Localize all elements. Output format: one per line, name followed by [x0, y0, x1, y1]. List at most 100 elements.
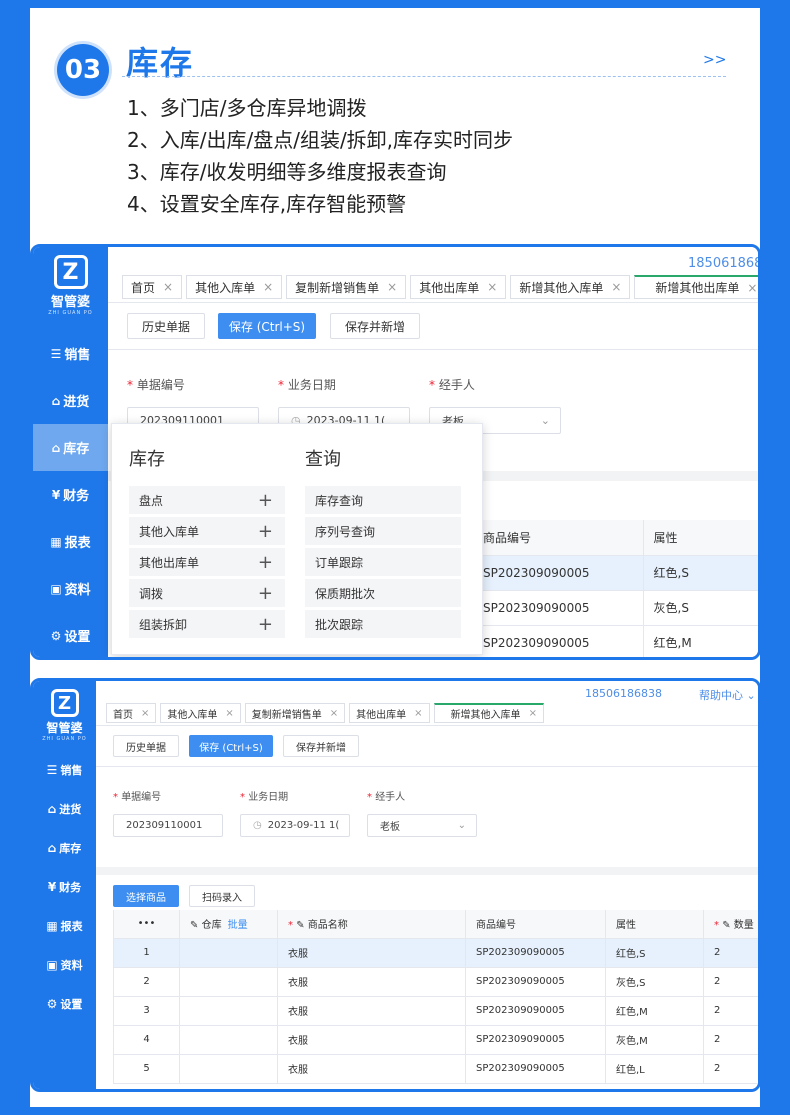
table-row[interactable]: 2 衣服 SP202309090005 灰色,S 2 [113, 967, 758, 997]
close-icon[interactable]: × [387, 280, 397, 294]
warehouse-cell[interactable] [179, 1025, 278, 1055]
tab-other-inbound[interactable]: 其他入库单 × [186, 275, 283, 299]
close-icon[interactable]: × [414, 708, 422, 719]
more-link[interactable]: >> [703, 52, 726, 68]
frame-right [760, 0, 790, 1115]
save-button[interactable]: 保存 (Ctrl+S) [189, 735, 273, 757]
warehouse-cell[interactable] [179, 938, 278, 968]
tab-label: 复制新增销售单 [295, 280, 380, 295]
scan-entry-button[interactable]: 扫码录入 [189, 885, 255, 907]
sidebar: Z 智管婆 ZHI GUAN PO ☰ 销售 ⌂ 进货 ⌂ 库存 ¥ 财务 ▦ 报表 ▣ 资… [33, 247, 108, 657]
menu-item-other-inbound[interactable]: 其他入库单 + [129, 517, 285, 545]
tab-home[interactable]: 首页 × [122, 275, 183, 299]
chevron-down-icon: ⌄ [540, 414, 550, 427]
menu-item-order-tracking[interactable]: 订单跟踪 [305, 548, 461, 576]
popup-query-title: 查询 [305, 449, 341, 470]
batch-link[interactable]: 批量 [228, 920, 248, 931]
history-button[interactable]: 历史单据 [127, 313, 205, 339]
date-field[interactable]: ◷ 2023-09-11 1( [240, 814, 350, 837]
table-row[interactable]: SP202309090005 红色,S [473, 555, 758, 591]
tab-copy-sales[interactable]: 复制新增销售单 × [286, 275, 407, 299]
sidebar-item-purchase[interactable]: ⌂ 进货 [33, 377, 108, 424]
sidebar-item-data[interactable]: ▣ 资料 [33, 565, 108, 612]
sidebar-item-label: 设置 [60, 997, 83, 1011]
plus-icon[interactable]: + [258, 614, 273, 635]
sidebar-item-purchase[interactable]: ⌂ 进货 [33, 789, 96, 828]
sidebar: Z 智管婆 ZHI GUAN PO ☰ 销售 ⌂ 进货 ⌂ 库存 ¥ 财务 ▦ 报表 ▣ 资… [33, 681, 96, 1089]
brand-name: 智管婆 [50, 295, 90, 310]
close-icon[interactable]: × [141, 708, 149, 719]
tab-new-other-inbound[interactable]: 新增其他入库单 × [433, 703, 544, 723]
sidebar-item-sales[interactable]: ☰ 销售 [33, 750, 96, 789]
close-icon[interactable]: × [330, 708, 338, 719]
account-phone[interactable]: 18506186838 [688, 256, 758, 271]
table-row[interactable]: 5 衣服 SP202309090005 红色,L 2 [113, 1054, 758, 1084]
handler-select[interactable]: 老板 ⌄ [367, 814, 477, 837]
plus-icon[interactable]: + [258, 521, 273, 542]
help-center-link[interactable]: 帮助中心 ⌄ [699, 687, 756, 703]
tab-other-outbound[interactable]: 其他出库单 × [349, 703, 430, 723]
brand-logo[interactable]: Z 智管婆 ZHI GUAN PO [33, 681, 96, 742]
brand-logo[interactable]: Z 智管婆 ZHI GUAN PO [33, 247, 108, 316]
table-row[interactable]: SP202309090005 红色,M [473, 625, 758, 657]
menu-item-other-outbound[interactable]: 其他出库单 + [129, 548, 285, 576]
menu-item-transfer[interactable]: 调拨 + [129, 579, 285, 607]
col-qty-header: * ✎ 数量 [703, 910, 758, 939]
doc-no-field[interactable]: 202309110001 [113, 814, 223, 837]
sidebar-item-reports[interactable]: ▦ 报表 [33, 518, 108, 565]
menu-item-serial-query[interactable]: 序列号查询 [305, 517, 461, 545]
table-row[interactable]: SP202309090005 灰色,S [473, 590, 758, 626]
history-button[interactable]: 历史单据 [113, 735, 179, 757]
sidebar-item-settings[interactable]: ⚙ 设置 [33, 612, 108, 657]
close-icon[interactable]: × [529, 708, 537, 719]
account-phone[interactable]: 18506186838 [585, 687, 662, 700]
close-icon[interactable]: × [263, 280, 273, 294]
select-goods-button[interactable]: 选择商品 [113, 885, 179, 907]
menu-item-assembly[interactable]: 组装拆卸 + [129, 610, 285, 638]
close-icon[interactable]: × [225, 708, 233, 719]
tab-new-other-inbound[interactable]: 新增其他入库单 × [510, 275, 631, 299]
logo-mark-icon: Z [50, 689, 79, 717]
close-icon[interactable]: × [163, 280, 173, 294]
table-row[interactable]: 4 衣服 SP202309090005 灰色,M 2 [113, 1025, 758, 1055]
tab-copy-sales[interactable]: 复制新增销售单 × [244, 703, 346, 723]
warehouse-cell[interactable] [179, 967, 278, 997]
menu-item-stocktake[interactable]: 盘点 + [129, 486, 285, 514]
close-icon[interactable]: × [611, 280, 621, 294]
tab-label: 首页 [113, 709, 133, 721]
plus-icon[interactable]: + [258, 490, 273, 511]
sidebar-item-finance[interactable]: ¥ 财务 [33, 867, 96, 906]
plus-icon[interactable]: + [258, 583, 273, 604]
sidebar-item-finance[interactable]: ¥ 财务 [33, 471, 108, 518]
sidebar-item-sales[interactable]: ☰ 销售 [33, 330, 108, 377]
title-divider [122, 76, 726, 77]
tab-other-inbound[interactable]: 其他入库单 × [160, 703, 241, 723]
frame-bottom [0, 1107, 790, 1115]
table-row[interactable]: 3 衣服 SP202309090005 红色,M 2 [113, 996, 758, 1026]
sidebar-item-inventory[interactable]: ⌂ 库存 [33, 828, 96, 867]
table-row[interactable]: 1 衣服 SP202309090005 红色,S 2 [113, 938, 758, 968]
save-and-new-button[interactable]: 保存并新增 [283, 735, 359, 757]
menu-item-stock-query[interactable]: 库存查询 [305, 486, 461, 514]
tab-new-other-outbound[interactable]: 新增其他出库单 × [634, 275, 758, 299]
more-columns-icon[interactable]: ••• [113, 910, 180, 939]
sidebar-item-settings[interactable]: ⚙ 设置 [33, 984, 96, 1023]
tab-label: 其他出库单 [419, 280, 480, 295]
tab-home[interactable]: 首页 × [106, 703, 157, 723]
sidebar-item-inventory[interactable]: ⌂ 库存 [33, 424, 108, 471]
sidebar-item-data[interactable]: ▣ 资料 [33, 945, 96, 984]
sidebar-item-label: 库存 [63, 442, 90, 457]
save-button[interactable]: 保存 (Ctrl+S) [218, 313, 316, 339]
warehouse-cell[interactable] [179, 996, 278, 1026]
close-icon[interactable]: × [487, 280, 497, 294]
menu-item-batch-tracking[interactable]: 批次跟踪 [305, 610, 461, 638]
warehouse-cell[interactable] [179, 1054, 278, 1084]
close-icon[interactable]: × [747, 281, 757, 295]
col-code-header: 商品编号 [473, 520, 644, 556]
sidebar-item-reports[interactable]: ▦ 报表 [33, 906, 96, 945]
sidebar-item-label: 销售 [64, 348, 91, 363]
plus-icon[interactable]: + [258, 552, 273, 573]
menu-item-shelf-life-batch[interactable]: 保质期批次 [305, 579, 461, 607]
tab-other-outbound[interactable]: 其他出库单 × [410, 275, 507, 299]
save-and-new-button[interactable]: 保存并新增 [330, 313, 420, 339]
